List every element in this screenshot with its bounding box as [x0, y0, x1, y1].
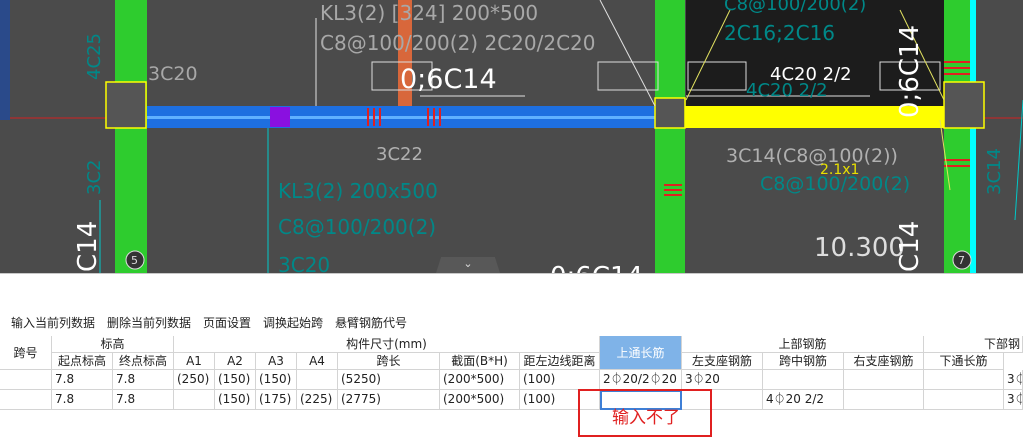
annotation-text: 输入不了 — [612, 408, 680, 428]
support-right[interactable] — [943, 81, 985, 129]
row1-dist-left[interactable]: (100) — [520, 370, 600, 390]
row2-mid-span[interactable]: 4⏀20 2/2 — [763, 390, 844, 410]
vertical-left-edge-label: 4C25 — [84, 33, 105, 80]
bottom-rebar-left: 3C22 — [376, 144, 423, 165]
header-dist-left: 距左边线距离 — [520, 353, 600, 370]
header-end-elev: 终点标高 — [113, 353, 174, 370]
row1-a2[interactable]: (150) — [215, 370, 256, 390]
beam-label-top: KL3(2) [324] 200*500 — [320, 1, 538, 25]
vertical-right-label-b: C14 — [895, 221, 925, 272]
row1-top-through[interactable]: 2⏀20/2⏀20 — [600, 370, 682, 390]
header-a3: A3 — [256, 353, 297, 370]
panel-toolbar: 输入当前列数据 删除当前列数据 页面设置 调换起始跨 悬臂钢筋代号 — [0, 312, 1023, 332]
row1-a3[interactable]: (150) — [256, 370, 297, 390]
header-span: 跨号 — [0, 336, 52, 370]
row2-end-elev[interactable]: 7.8 — [113, 390, 174, 410]
header-left-support: 左支座钢筋 — [682, 353, 763, 370]
row2-bottom-through[interactable] — [924, 390, 1004, 410]
row2-a4[interactable]: (225) — [297, 390, 338, 410]
column-right[interactable] — [944, 0, 974, 273]
header-section: 截面(B*H) — [440, 353, 520, 370]
right-top-a: C8@100/200(2) — [724, 0, 866, 15]
row1-edge[interactable]: 3⏀ — [1004, 370, 1023, 390]
header-mid-span: 跨中钢筋 — [763, 353, 844, 370]
row2-right-support[interactable] — [844, 390, 924, 410]
header-bottom-rebar-group: 下部钢 — [924, 336, 1023, 353]
header-elevation-group: 标高 — [52, 336, 174, 353]
right-top-b: 2C16;2C16 — [724, 21, 835, 45]
cad-drawing[interactable]: 5 7 KL3(2) [324] 200*500 C8@100/200(2) 2… — [0, 0, 1023, 273]
row1-left-support[interactable]: 3⏀20 — [682, 370, 763, 390]
ghost-bottom: 3C20 — [278, 253, 330, 273]
cad-viewport[interactable]: 5 7 KL3(2) [324] 200*500 C8@100/200(2) 2… — [0, 0, 1023, 273]
row2-a2[interactable]: (150) — [215, 390, 256, 410]
row1-mid-span[interactable] — [763, 370, 844, 390]
column-middle[interactable] — [655, 0, 685, 273]
input-column-data-button[interactable]: 输入当前列数据 — [11, 314, 95, 331]
axis-7-label: 7 — [958, 254, 965, 267]
small-yellow-label: 2.1x1 — [820, 162, 859, 178]
header-a4: A4 — [297, 353, 338, 370]
vertical-left-edge-label-b: 3C2 — [84, 160, 105, 195]
support-left[interactable] — [105, 81, 147, 129]
beam-rebar-top: C8@100/200(2) 2C20/2C20 — [320, 31, 595, 55]
column-right-edge — [970, 0, 976, 273]
page-setup-button[interactable]: 页面设置 — [203, 314, 251, 331]
vertical-far-right-label: 3C14 — [984, 148, 1005, 195]
left-support-rebar: 3C20 — [148, 63, 198, 85]
row1-section[interactable]: (200*500) — [440, 370, 520, 390]
bottom-rebar-right: 3C14(C8@100(2)) — [726, 145, 898, 167]
ghost-beam-rebar: C8@100/200(2) — [278, 215, 436, 239]
panel-collapse-handle[interactable]: ⌄ — [436, 257, 500, 273]
row1-span[interactable] — [0, 370, 52, 390]
header-a2: A2 — [215, 353, 256, 370]
row1-start-elev[interactable]: 7.8 — [52, 370, 113, 390]
row2-a1[interactable] — [174, 390, 215, 410]
span-table: 跨号 标高 构件尺寸(mm) 上通长筋 上部钢筋 下部钢 起点标高 终点标高 A… — [0, 336, 1023, 438]
header-top-through[interactable]: 上通长筋 — [600, 336, 682, 370]
beam-marker — [270, 107, 290, 127]
mid-support-rebar: 0;6C14 — [400, 64, 497, 95]
row2-a3[interactable]: (175) — [256, 390, 297, 410]
row1-end-elev[interactable]: 7.8 — [113, 370, 174, 390]
header-right-support: 右支座钢筋 — [844, 353, 924, 370]
header-top-rebar-group: 上部钢筋 — [682, 336, 924, 353]
support-middle[interactable] — [654, 97, 686, 129]
row2-edge[interactable]: 3⏀ — [1004, 390, 1023, 410]
header-start-elev: 起点标高 — [52, 353, 113, 370]
delete-column-data-button[interactable]: 删除当前列数据 — [107, 314, 191, 331]
row1-span-length[interactable]: (5250) — [338, 370, 440, 390]
swap-start-span-button[interactable]: 调换起始跨 — [263, 314, 323, 331]
elevation-label: 10.300 — [814, 233, 905, 263]
row2-start-elev[interactable]: 7.8 — [52, 390, 113, 410]
left-edge-element — [0, 0, 10, 120]
partial-bottom-label: 0;6C14 — [550, 262, 643, 273]
axis-5-label: 5 — [131, 254, 138, 267]
header-a1: A1 — [174, 353, 215, 370]
rebar-input-panel: 输入当前列数据 删除当前列数据 页面设置 调换起始跨 悬臂钢筋代号 跨号 标高 … — [0, 273, 1023, 438]
row1-a1[interactable]: (250) — [174, 370, 215, 390]
row2-span-length[interactable]: (2775) — [338, 390, 440, 410]
vertical-left-label: C14 — [73, 221, 103, 272]
row1-bottom-through[interactable] — [924, 370, 1004, 390]
column-left[interactable] — [115, 0, 147, 273]
cantilever-rebar-code-button[interactable]: 悬臂钢筋代号 — [335, 314, 407, 331]
vertical-right-label: 0;6C14 — [895, 25, 925, 118]
row1-right-support[interactable] — [844, 370, 924, 390]
header-size-group: 构件尺寸(mm) — [174, 336, 600, 353]
header-bottom-through: 下通长筋 — [924, 353, 1004, 370]
beam-centerline — [147, 116, 655, 119]
row2-section[interactable]: (200*500) — [440, 390, 520, 410]
right-span-rebar-ghost: 4C20 2/2 — [746, 80, 828, 101]
ghost-beam-label: KL3(2) 200x500 — [278, 179, 438, 203]
row1-a4[interactable] — [297, 370, 338, 390]
row2-span[interactable] — [0, 390, 52, 410]
header-span-length: 跨长 — [338, 353, 440, 370]
